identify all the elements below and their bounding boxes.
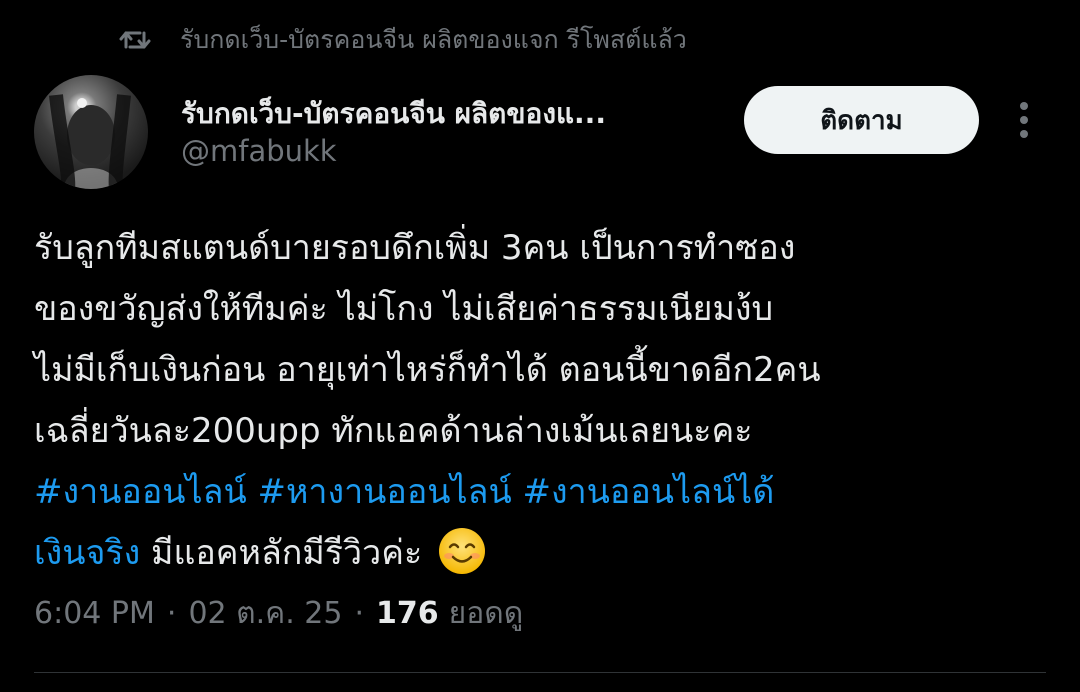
more-options-icon[interactable] (1006, 98, 1042, 142)
tweet-line-5: #งานออนไลน์ #หางานออนไลน์ #งานออนไลน์ได้ (34, 462, 1044, 523)
author-display-name[interactable]: รับกดเว็บ-บัตรคอนจีน ผลิตของแ... (181, 92, 606, 136)
tweet-trailing-text: มีแอคหลักมีรีวิวค่ะ (140, 533, 423, 573)
hashtag-link[interactable]: #งานออนไลน์ได้ (523, 472, 775, 512)
views-label: ยอดดู (448, 596, 524, 631)
tweet-date[interactable]: 02 ต.ค. 25 (188, 590, 342, 637)
author-handle[interactable]: @mfabukk (181, 134, 337, 168)
meta-separator: · (354, 596, 365, 631)
follow-button[interactable]: ติดตาม (744, 86, 979, 154)
tweet-line-4: เฉลี่ยวันละ200upp ทักแอคด้านล่างเม้นเลยน… (34, 411, 753, 451)
repost-indicator[interactable]: รับกดเว็บ-บัตรคอนจีน ผลิตของแจก รีโพสต์แ… (118, 20, 687, 60)
repost-icon (118, 23, 152, 57)
tweet-line-1: รับลูกทีมสแตนด์บายรอบดึกเพิ่ม 3คน เป็นกา… (34, 228, 796, 268)
meta-separator: · (166, 596, 177, 631)
views-count[interactable]: 176 (376, 596, 439, 631)
tweet-line-3: ไม่มีเก็บเงินก่อน อายุเท่าไหร่ก็ทำได้ ตอ… (34, 350, 821, 390)
repost-text: รับกดเว็บ-บัตรคอนจีน ผลิตของแจก รีโพสต์แ… (180, 25, 687, 54)
tweet-meta: 6:04 PM · 02 ต.ค. 25 · 176 ยอดดู (34, 590, 523, 637)
avatar[interactable] (34, 75, 148, 189)
tweet-text: รับลูกทีมสแตนด์บายรอบดึกเพิ่ม 3คน เป็นกา… (34, 218, 1044, 584)
hashtag-link-continued[interactable]: เงินจริง (34, 533, 140, 573)
divider (34, 672, 1046, 673)
hashtag-link[interactable]: #งานออนไลน์ (34, 472, 247, 512)
smiling-face-emoji-icon (437, 526, 487, 576)
tweet-time[interactable]: 6:04 PM (34, 596, 155, 631)
hashtag-link[interactable]: #หางานออนไลน์ (258, 472, 512, 512)
tweet-line-6: เงินจริง มีแอคหลักมีรีวิวค่ะ (34, 523, 1044, 584)
tweet-line-2: ของขวัญส่งให้ทีมค่ะ ไม่โกง ไม่เสียค่าธรร… (34, 289, 774, 329)
